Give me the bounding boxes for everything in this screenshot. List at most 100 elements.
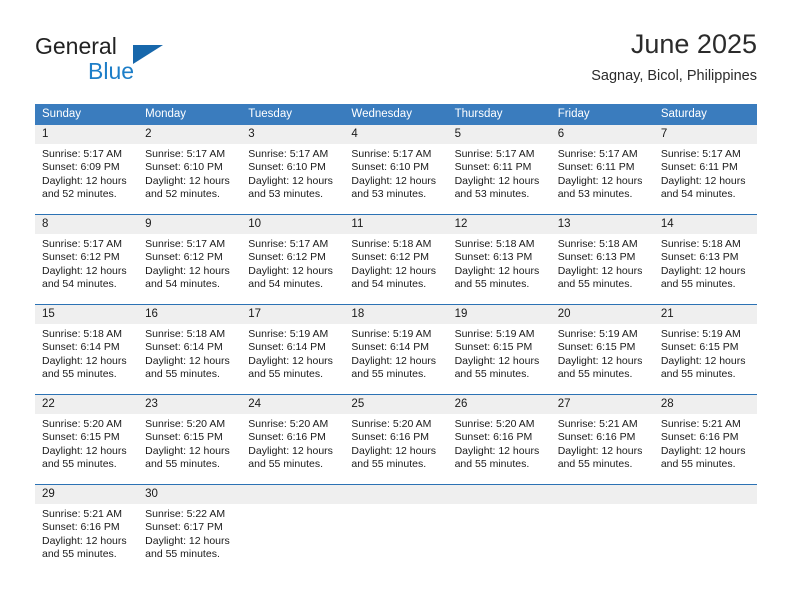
sunrise-text: Sunrise: 5:20 AM [454,418,535,430]
day-cell[interactable]: Sunrise: 5:21 AM Sunset: 6:16 PM Daylight:… [654,414,757,484]
day-number[interactable]: 2 [138,125,241,144]
day-cell[interactable]: Sunrise: 5:18 AM Sunset: 6:14 PM Daylight:… [138,324,241,394]
day-cell[interactable]: Sunrise: 5:21 AM Sunset: 6:16 PM Daylight:… [35,504,138,574]
day-number[interactable]: 13 [551,215,654,234]
calendar-week-row: 15 16 17 18 19 20 21 Sunrise: 5:18 AM Sunset: 6:… [35,304,757,394]
sunset-text: Sunset: 6:10 PM [351,161,430,174]
sunrise-text: Sunrise: 5:20 AM [351,418,432,430]
week-daynumber-band: 8 9 10 11 12 13 14 [35,215,757,234]
sunset-text: Sunset: 6:11 PM [454,161,532,174]
day-number[interactable]: 9 [138,215,241,234]
day-number[interactable]: 6 [551,125,654,144]
day-number[interactable]: 26 [448,395,551,414]
day-number[interactable]: 1 [35,125,138,144]
day-cell[interactable]: Sunrise: 5:20 AM Sunset: 6:16 PM Daylight:… [241,414,344,484]
week-daynumber-band: 29 30 [35,485,757,504]
triangle-logo-mark-icon [133,45,163,64]
sunset-text: Sunset: 6:12 PM [145,251,223,264]
day-number[interactable]: 20 [551,305,654,324]
day-number[interactable]: 19 [448,305,551,324]
day-number[interactable]: 10 [241,215,344,234]
sunrise-text: Sunrise: 5:17 AM [454,148,535,160]
day-number[interactable]: 12 [448,215,551,234]
sunrise-text: Sunrise: 5:17 AM [42,238,122,250]
sunrise-text: Sunrise: 5:18 AM [557,238,638,250]
day-number[interactable]: 16 [138,305,241,324]
day-number[interactable]: 24 [241,395,344,414]
sunrise-text: Sunrise: 5:17 AM [145,238,226,250]
day-number-empty [448,485,551,504]
day-cell-empty [344,504,447,574]
day-number[interactable]: 11 [344,215,447,234]
weekday-header-wednesday: Wednesday [351,108,412,120]
day-cell[interactable]: Sunrise: 5:18 AM Sunset: 6:13 PM Daylight:… [448,234,551,304]
calendar-table: Sunday Monday Tuesday Wednesday Thursday… [35,104,757,574]
day-cell[interactable]: Sunrise: 5:17 AM Sunset: 6:10 PM Daylight:… [138,144,241,214]
sunrise-text: Sunrise: 5:18 AM [351,238,432,250]
daylight-text: Daylight: 12 hours and 55 minutes. [660,444,746,471]
weekday-header-friday: Friday [557,108,590,120]
day-number[interactable]: 23 [138,395,241,414]
day-number[interactable]: 7 [654,125,757,144]
day-cell[interactable]: Sunrise: 5:17 AM Sunset: 6:10 PM Daylight:… [344,144,447,214]
day-number[interactable]: 27 [551,395,654,414]
sunset-text: Sunset: 6:10 PM [248,161,326,174]
brand-logo[interactable]: General Blue [35,35,235,85]
sunrise-text: Sunrise: 5:21 AM [660,418,741,430]
sunset-text: Sunset: 6:15 PM [42,431,120,444]
day-cell[interactable]: Sunrise: 5:18 AM Sunset: 6:12 PM Daylight:… [344,234,447,304]
day-number[interactable]: 25 [344,395,447,414]
day-cell[interactable]: Sunrise: 5:17 AM Sunset: 6:11 PM Daylight:… [654,144,757,214]
day-cell[interactable]: Sunrise: 5:17 AM Sunset: 6:11 PM Daylight:… [448,144,551,214]
day-number[interactable]: 29 [35,485,138,504]
calendar-weeks: 1 2 3 4 5 6 7 Sunrise: 5:17 AM Sunset: 6:09 PM Da… [35,125,757,574]
sunset-text: Sunset: 6:12 PM [248,251,326,264]
daylight-text: Daylight: 12 hours and 55 minutes. [557,444,643,471]
day-number[interactable]: 17 [241,305,344,324]
day-cell[interactable]: Sunrise: 5:18 AM Sunset: 6:13 PM Daylight:… [654,234,757,304]
day-cell[interactable]: Sunrise: 5:18 AM Sunset: 6:13 PM Daylight:… [551,234,654,304]
weekday-header-tuesday: Tuesday [248,108,292,120]
sunrise-text: Sunrise: 5:19 AM [660,328,741,340]
day-cell[interactable]: Sunrise: 5:20 AM Sunset: 6:15 PM Daylight:… [138,414,241,484]
sunset-text: Sunset: 6:11 PM [660,161,738,174]
day-number[interactable]: 18 [344,305,447,324]
calendar-week-row: 8 9 10 11 12 13 14 Sunrise: 5:17 AM Sunset: 6:12… [35,214,757,304]
sunset-text: Sunset: 6:16 PM [454,431,533,444]
sunrise-text: Sunrise: 5:18 AM [145,328,226,340]
day-cell[interactable]: Sunrise: 5:19 AM Sunset: 6:15 PM Daylight:… [551,324,654,394]
day-number[interactable]: 5 [448,125,551,144]
day-number[interactable]: 15 [35,305,138,324]
day-cell[interactable]: Sunrise: 5:19 AM Sunset: 6:15 PM Daylight:… [448,324,551,394]
day-number[interactable]: 4 [344,125,447,144]
sunset-text: Sunset: 6:13 PM [660,251,739,264]
daylight-text: Daylight: 12 hours and 52 minutes. [42,174,127,201]
day-cell[interactable]: Sunrise: 5:20 AM Sunset: 6:16 PM Daylight:… [344,414,447,484]
day-cell[interactable]: Sunrise: 5:21 AM Sunset: 6:16 PM Daylight:… [551,414,654,484]
day-number[interactable]: 3 [241,125,344,144]
daylight-text: Daylight: 12 hours and 55 minutes. [351,354,437,381]
day-number[interactable]: 28 [654,395,757,414]
day-cell[interactable]: Sunrise: 5:18 AM Sunset: 6:14 PM Daylight:… [35,324,138,394]
day-number[interactable]: 30 [138,485,241,504]
day-cell[interactable]: Sunrise: 5:17 AM Sunset: 6:10 PM Daylight:… [241,144,344,214]
day-cell[interactable]: Sunrise: 5:17 AM Sunset: 6:09 PM Daylight:… [35,144,138,214]
weekday-header-thursday: Thursday [454,108,503,120]
sunset-text: Sunset: 6:12 PM [42,251,120,264]
day-cell[interactable]: Sunrise: 5:19 AM Sunset: 6:15 PM Daylight:… [654,324,757,394]
day-cell[interactable]: Sunrise: 5:17 AM Sunset: 6:12 PM Daylight:… [35,234,138,304]
day-cell[interactable]: Sunrise: 5:19 AM Sunset: 6:14 PM Daylight:… [241,324,344,394]
day-cell[interactable]: Sunrise: 5:20 AM Sunset: 6:16 PM Daylight:… [448,414,551,484]
day-cell[interactable]: Sunrise: 5:20 AM Sunset: 6:15 PM Daylight:… [35,414,138,484]
day-number[interactable]: 21 [654,305,757,324]
day-cell[interactable]: Sunrise: 5:17 AM Sunset: 6:12 PM Daylight:… [241,234,344,304]
day-number[interactable]: 8 [35,215,138,234]
day-cell[interactable]: Sunrise: 5:19 AM Sunset: 6:14 PM Daylight:… [344,324,447,394]
sunset-text: Sunset: 6:09 PM [42,161,120,174]
sunrise-text: Sunrise: 5:19 AM [557,328,638,340]
day-cell[interactable]: Sunrise: 5:17 AM Sunset: 6:11 PM Daylight:… [551,144,654,214]
day-number[interactable]: 14 [654,215,757,234]
day-cell[interactable]: Sunrise: 5:17 AM Sunset: 6:12 PM Daylight:… [138,234,241,304]
day-cell[interactable]: Sunrise: 5:22 AM Sunset: 6:17 PM Daylight:… [138,504,241,574]
day-number[interactable]: 22 [35,395,138,414]
